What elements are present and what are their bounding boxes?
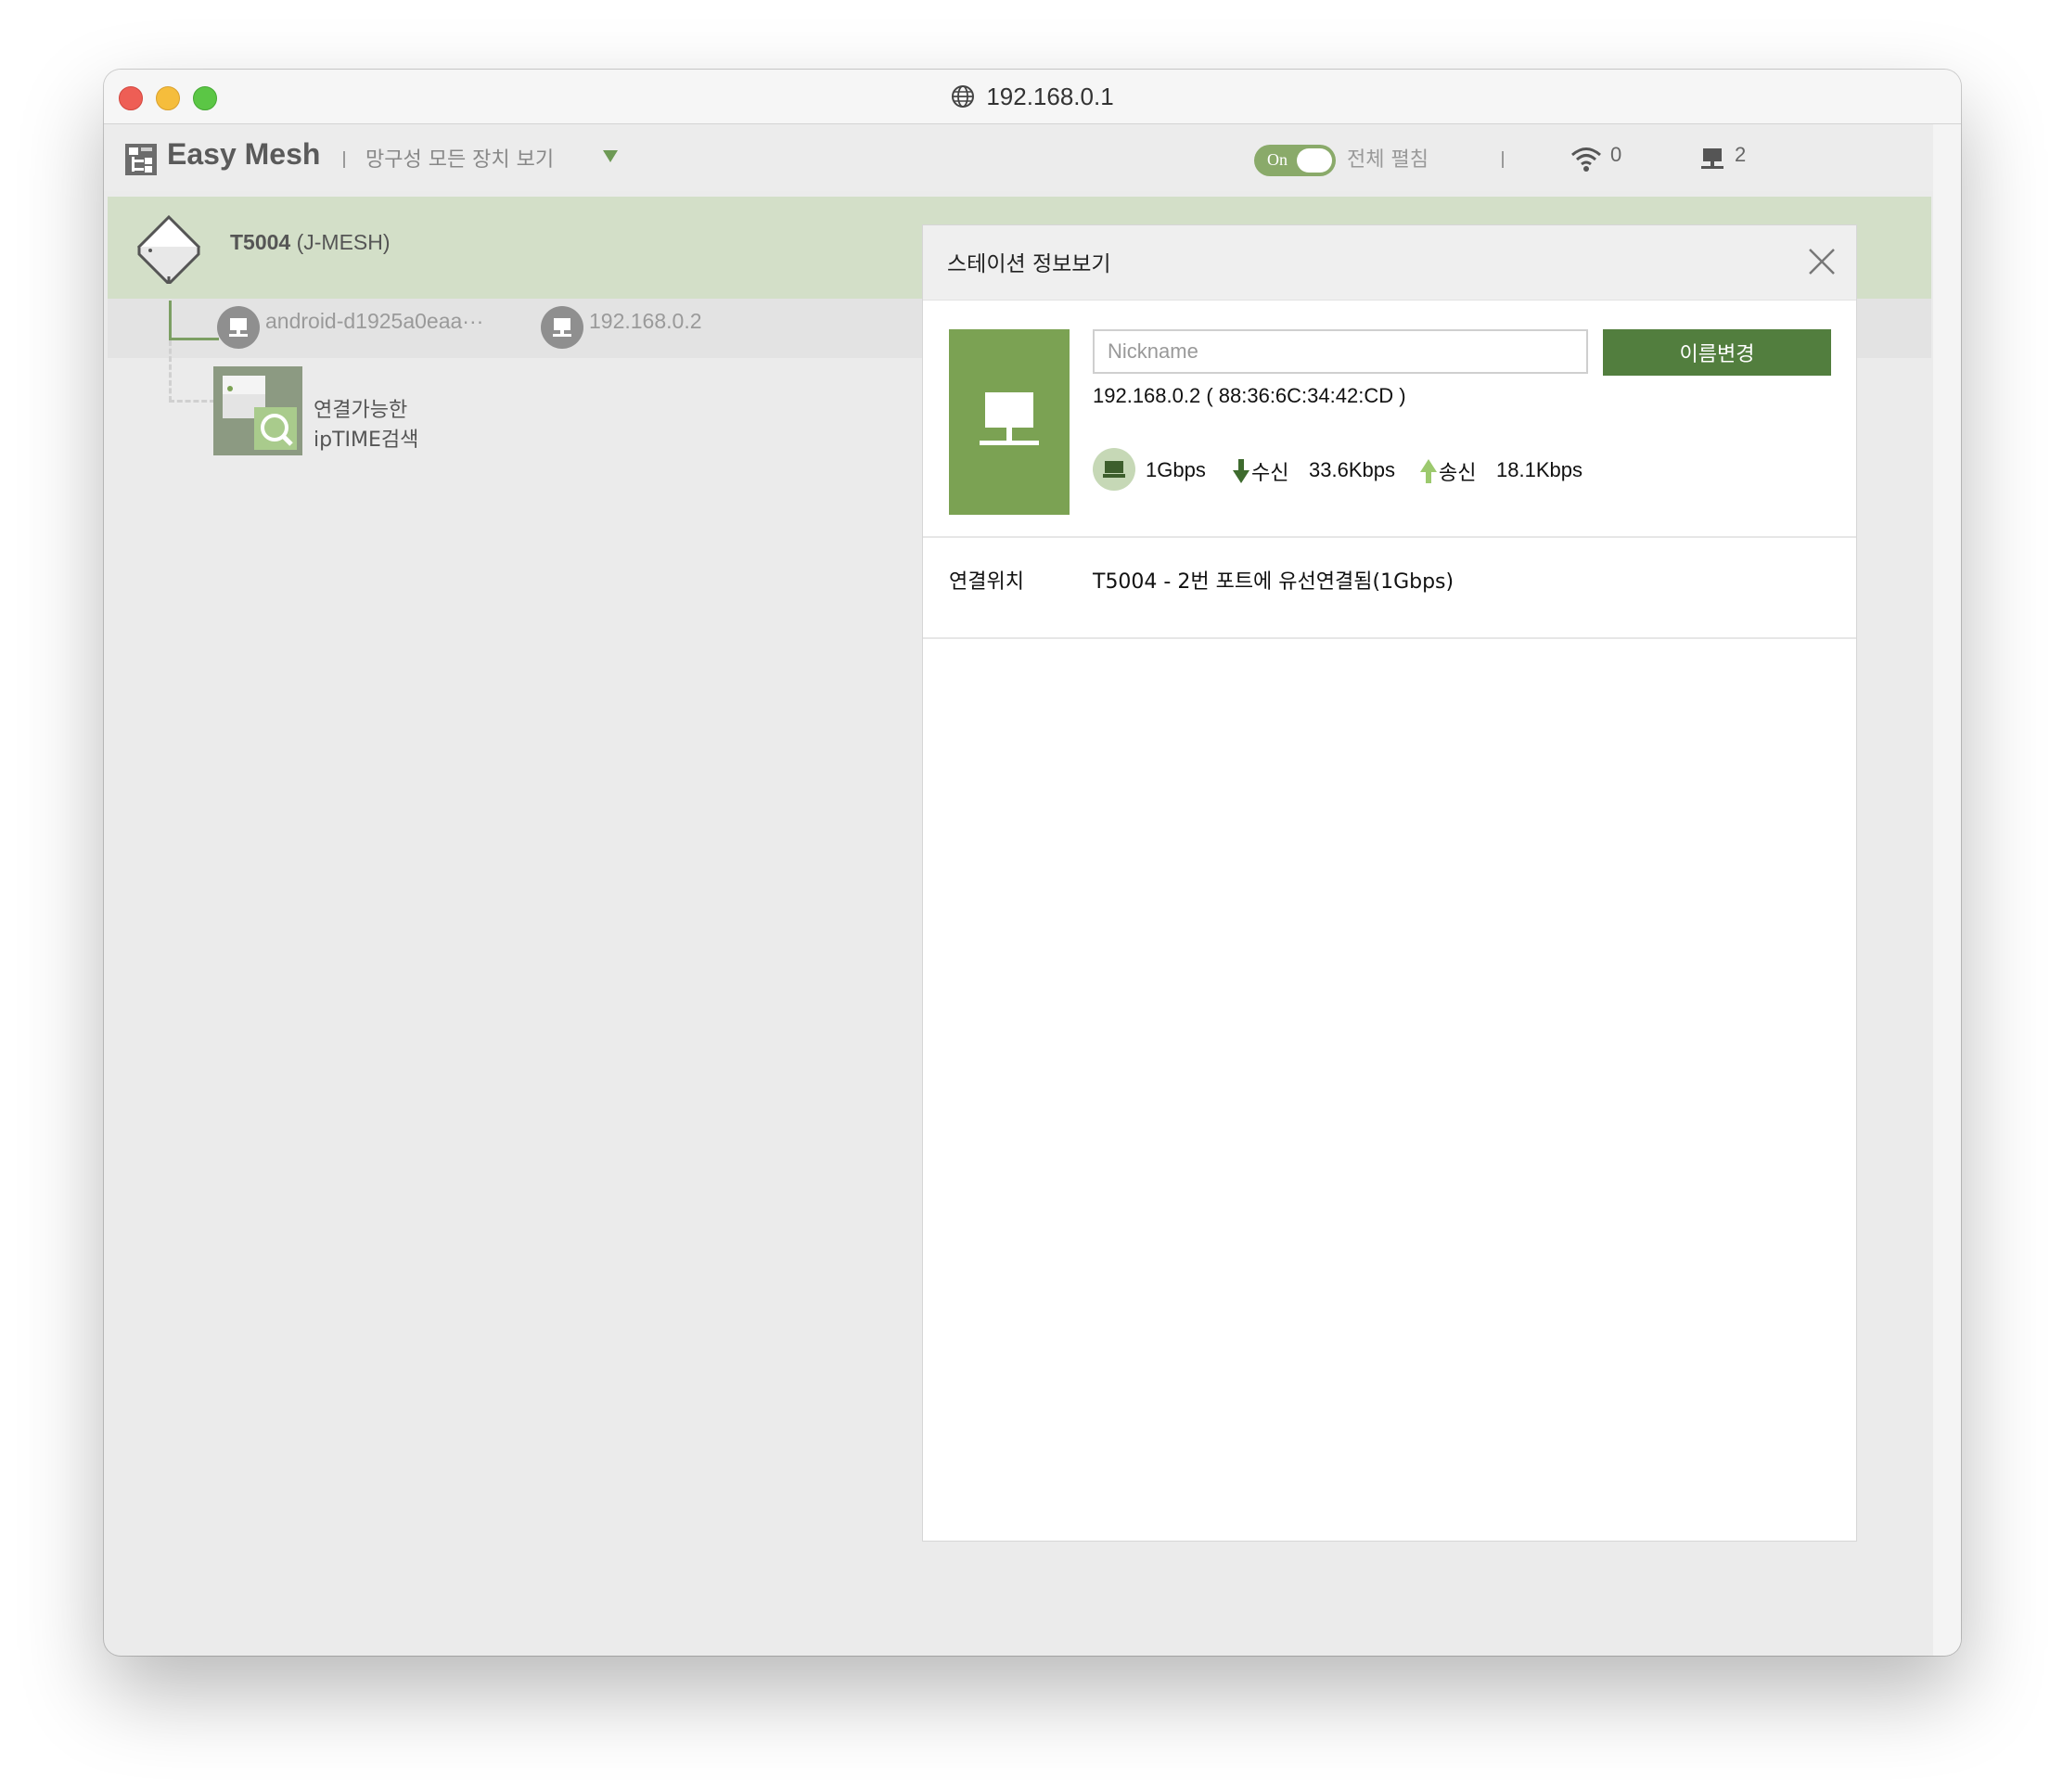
divider: [923, 637, 1856, 639]
rx-label: 수신: [1251, 462, 1289, 485]
monitor-icon: [553, 318, 571, 337]
panel-title: 스테이션 정보보기: [947, 252, 1111, 276]
toggle-knob: [1297, 148, 1332, 173]
logo-icon: [125, 144, 157, 175]
tree-line-dashed: [169, 400, 215, 403]
globe-icon: [952, 85, 975, 108]
header-separator: [1502, 151, 1504, 168]
browser-window: 192.168.0.1 Easy Mesh 망구성 모든 장치 보기 On 전체…: [104, 70, 1961, 1656]
search-label-line2: ipTIME검색: [314, 429, 419, 452]
toggle-state: On: [1267, 150, 1288, 169]
station-info-panel: 스테이션 정보보기 이름변경 192.168.0.2 ( 88:36:6C:34…: [922, 224, 1857, 1542]
link-speed-icon: [1093, 448, 1135, 491]
router-name: T5004 (J-MESH): [230, 230, 391, 255]
monitor-icon: [980, 392, 1039, 445]
view-select[interactable]: 망구성 모든 장치 보기: [365, 143, 554, 173]
panel-header: 스테이션 정보보기: [923, 225, 1856, 301]
title-bar: 192.168.0.1: [104, 70, 1961, 124]
tree-line: [169, 338, 219, 340]
expand-toggle[interactable]: On: [1254, 145, 1336, 176]
search-icon: [223, 376, 297, 450]
router-model: T5004: [230, 230, 291, 254]
down-arrow-icon: [1233, 459, 1249, 483]
station-monitor-icon: [217, 306, 260, 349]
wired-count: 2: [1735, 143, 1747, 166]
tx-value: 18.1Kbps: [1496, 458, 1582, 481]
station-name[interactable]: android-d1925a0eaa···: [265, 309, 483, 334]
rx-value: 33.6Kbps: [1309, 458, 1395, 481]
divider: [923, 536, 1856, 538]
device-tile: [949, 329, 1070, 515]
station-ip: 192.168.0.2: [589, 309, 702, 333]
nickname-input[interactable]: [1093, 329, 1588, 374]
wired-icon: [1701, 148, 1723, 169]
wifi-count: 0: [1610, 143, 1622, 166]
search-label-line1: 연결가능한: [314, 399, 408, 422]
router-alias: (J-MESH): [296, 230, 391, 254]
tx-label: 송신: [1439, 462, 1477, 485]
expand-all-label: 전체 펼침: [1347, 148, 1429, 172]
link-speed: 1Gbps: [1146, 458, 1206, 481]
router-icon: [136, 214, 201, 284]
up-arrow-icon: [1420, 459, 1437, 483]
app-header: Easy Mesh 망구성 모든 장치 보기 On 전체 펼침 0 2: [104, 124, 1933, 191]
dropdown-caret-icon[interactable]: [603, 150, 618, 162]
rename-button[interactable]: 이름변경: [1603, 329, 1831, 376]
monitor-icon: [1103, 461, 1125, 478]
app-title: Easy Mesh: [167, 137, 321, 171]
connection-value: T5004 - 2번 포트에 유선연결됨(1Gbps): [1093, 570, 1454, 594]
scrollbar-track[interactable]: [1933, 124, 1961, 1656]
wifi-icon: [1571, 147, 1601, 172]
iptime-search-label: 연결가능한 ipTIME검색: [314, 396, 418, 455]
tree-line-dashed: [169, 340, 172, 402]
tree-line: [169, 301, 172, 339]
connection-label: 연결위치: [949, 570, 1024, 594]
address-text: 192.168.0.1: [986, 82, 1114, 110]
header-separator: [343, 151, 345, 168]
close-icon[interactable]: [1804, 244, 1839, 279]
ip-mac-address: 192.168.0.2 ( 88:36:6C:34:42:CD ): [1093, 384, 1406, 407]
monitor-icon: [229, 318, 248, 337]
address-display: 192.168.0.1: [104, 70, 1961, 123]
station-ip-icon: [541, 306, 583, 349]
iptime-search-button[interactable]: [213, 366, 302, 455]
